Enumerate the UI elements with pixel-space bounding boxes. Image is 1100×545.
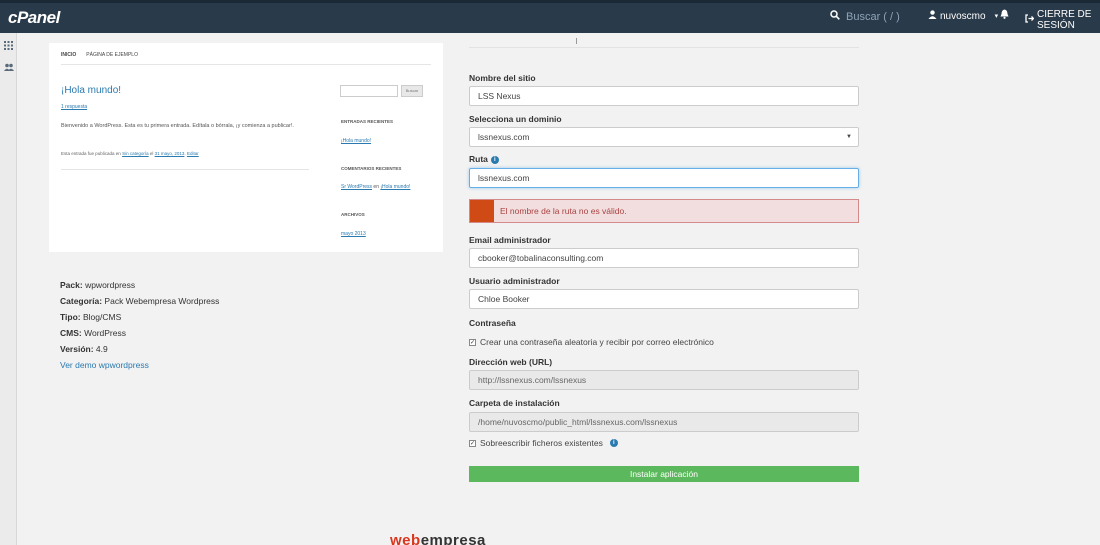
- preview-nav: INICIO PÁGINA DE EJEMPLO: [61, 52, 138, 58]
- overwrite-label: Sobreescribir ficheros existentes: [480, 438, 603, 448]
- preview-post-footer: Esta entrada fue publicada en Sin catego…: [61, 151, 199, 156]
- left-rail: [0, 33, 17, 545]
- user-icon: [928, 10, 937, 22]
- preview-widget-heading: COMENTARIOS RECIENTES: [341, 166, 402, 171]
- random-password-option[interactable]: ✓ Crear una contraseña aleatoria y recib…: [469, 337, 714, 347]
- info-icon[interactable]: i: [609, 439, 618, 447]
- checkbox-icon[interactable]: ✓: [469, 439, 476, 447]
- pack-info: Pack: wpwordpress Categoría: Pack Webemp…: [60, 277, 219, 373]
- logout-label: CIERRE DE SESIÓN: [1037, 9, 1092, 31]
- password-label: Contraseña: [469, 318, 516, 328]
- site-name-label: Nombre del sitio: [469, 73, 536, 83]
- users-icon[interactable]: [4, 63, 14, 75]
- domain-value: lssnexus.com: [478, 132, 530, 142]
- version-row: Versión: 4.9: [60, 344, 108, 354]
- logout-icon: [1025, 14, 1035, 26]
- category-row: Categoría: Pack Webempresa Wordpress: [60, 296, 220, 306]
- preview-nav-item: INICIO: [61, 52, 77, 58]
- search-box[interactable]: Buscar ( / ): [830, 10, 900, 23]
- overwrite-option[interactable]: ✓ Sobreescribir ficheros existentes i: [469, 438, 618, 448]
- preview-replies: 1 respuesta: [61, 104, 88, 110]
- preview-widget-link: ¡Hola mundo!: [341, 138, 372, 144]
- divider: [61, 169, 309, 170]
- error-message: El nombre de la ruta no es válido.: [500, 206, 627, 216]
- grid-icon[interactable]: [4, 41, 13, 53]
- preview-widget-comment: Sr WordPress en ¡Hola mundo!: [341, 184, 411, 190]
- random-password-label: Crear una contraseña aleatoria y recibir…: [480, 337, 714, 347]
- type-row: Tipo: Blog/CMS: [60, 312, 122, 322]
- caret-down-icon: ▾: [994, 13, 999, 20]
- domain-select[interactable]: lssnexus.com ▼: [469, 127, 859, 147]
- demo-link[interactable]: Ver demo wpwordpress: [60, 357, 219, 373]
- top-navbar: cPanel Buscar ( / ) nuvoscmo ▾ CIERRE DE…: [0, 0, 1100, 33]
- checkbox-icon[interactable]: ✓: [469, 338, 476, 346]
- preview-widget-heading: ARCHIVOS: [341, 212, 365, 217]
- preview-search-button: Buscar: [401, 85, 423, 97]
- search-icon[interactable]: [830, 10, 840, 23]
- preview-widget-heading: ENTRADAS RECIENTES: [341, 119, 394, 124]
- email-field[interactable]: cbooker@tobalinaconsulting.com: [469, 248, 859, 268]
- url-field: http://lssnexus.com/lssnexus: [469, 370, 859, 390]
- cpanel-logo[interactable]: cPanel: [8, 8, 60, 28]
- folder-label: Carpeta de instalación: [469, 398, 560, 408]
- search-input[interactable]: Buscar ( / ): [846, 11, 900, 23]
- folder-field: /home/nuvoscmo/public_html/lssnexus.com/…: [469, 412, 859, 432]
- preview-search-field: [340, 85, 398, 97]
- pack-row: Pack: wpwordpress: [60, 280, 136, 290]
- install-button[interactable]: Instalar aplicación: [469, 466, 859, 482]
- email-label: Email administrador: [469, 235, 551, 245]
- site-name-input[interactable]: LSS Nexus: [469, 86, 859, 106]
- username: nuvoscmo: [940, 10, 986, 22]
- divider: [469, 47, 859, 48]
- preview-nav-item: PÁGINA DE EJEMPLO: [86, 52, 138, 58]
- error-bar: [470, 200, 494, 222]
- logout-link[interactable]: CIERRE DE SESIÓN: [1025, 9, 1100, 31]
- preview-widget-link: mayo 2013: [341, 231, 366, 237]
- path-input[interactable]: lssnexus.com: [469, 168, 859, 188]
- domain-label: Selecciona un dominio: [469, 114, 562, 124]
- info-icon[interactable]: i: [490, 155, 499, 164]
- caret-down-icon: ▼: [846, 134, 852, 140]
- admin-user-input[interactable]: Chloe Booker: [469, 289, 859, 309]
- url-label: Dirección web (URL): [469, 357, 553, 367]
- divider: [61, 64, 431, 65]
- path-label: Ruta i: [469, 154, 499, 164]
- path-error-alert: El nombre de la ruta no es válido.: [469, 199, 859, 223]
- preview-post-title: ¡Hola mundo!: [61, 85, 122, 96]
- bell-icon[interactable]: [1000, 9, 1009, 22]
- user-menu[interactable]: nuvoscmo ▾: [928, 10, 998, 22]
- webempresa-logo: webempresa: [390, 532, 486, 545]
- preview-post-body: Bienvenido a WordPress. Esta es tu prime…: [61, 123, 294, 129]
- top-strip: [0, 0, 1100, 3]
- admin-user-label: Usuario administrador: [469, 276, 560, 286]
- cms-row: CMS: WordPress: [60, 328, 126, 338]
- form-header-mark: [576, 38, 577, 44]
- theme-preview: INICIO PÁGINA DE EJEMPLO ¡Hola mundo! 1 …: [49, 43, 443, 252]
